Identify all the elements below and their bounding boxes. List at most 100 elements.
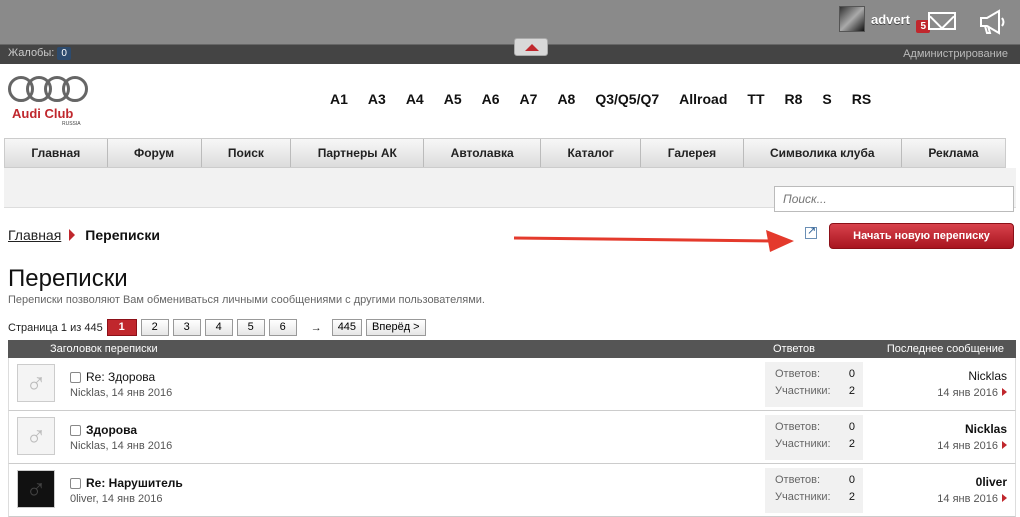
replies-count: 0 — [848, 474, 855, 486]
col-title-header: Заголовок переписки — [50, 343, 158, 355]
participants-count: 2 — [848, 491, 855, 503]
megaphone-icon[interactable] — [978, 8, 1008, 36]
row-checkbox[interactable] — [70, 478, 81, 489]
table-row[interactable]: ♂ Re: Здорова Nicklas, 14 янв 2016 Ответов:… — [8, 358, 1016, 411]
col-replies-header: Ответов — [773, 343, 815, 355]
model-link[interactable]: RS — [852, 91, 871, 107]
row-checkbox[interactable] — [70, 425, 81, 436]
admin-link[interactable]: Администрирование — [903, 48, 1008, 60]
model-link[interactable]: A7 — [520, 91, 538, 107]
conversation-title[interactable]: Здорова — [86, 423, 137, 437]
logo-sub: RUSSIA — [62, 121, 81, 127]
page-button[interactable]: 3 — [172, 319, 201, 336]
conversation-author[interactable]: 0liver, 14 янв 2016 — [70, 493, 163, 505]
model-link[interactable]: A1 — [330, 91, 348, 107]
conversation-title[interactable]: Re: Нарушитель — [86, 476, 183, 490]
sub-bar: Жалобы: 0 Администрирование — [0, 44, 1020, 64]
model-link[interactable]: A5 — [444, 91, 462, 107]
row-checkbox[interactable] — [70, 372, 81, 383]
last-message-user[interactable]: Nicklas — [965, 422, 1007, 436]
table-body: ♂ Re: Здорова Nicklas, 14 янв 2016 Ответов:… — [8, 358, 1016, 517]
complaints-label: Жалобы: — [8, 47, 55, 59]
last-message-user[interactable]: Nicklas — [968, 369, 1007, 383]
model-link[interactable]: A4 — [406, 91, 424, 107]
pager-label: Страница 1 из 445 — [8, 321, 103, 334]
nav-item[interactable]: Партнеры АК — [291, 139, 425, 167]
avatar[interactable] — [838, 6, 865, 32]
last-message-date[interactable]: 14 янв 2016 — [937, 440, 1007, 452]
model-link[interactable]: Allroad — [679, 91, 727, 107]
model-link[interactable]: S — [822, 91, 831, 107]
breadcrumb-current[interactable]: Переписки — [85, 227, 160, 243]
site-logo[interactable]: Audi Club RUSSIA — [8, 74, 90, 129]
nav-item[interactable]: Символика клуба — [744, 139, 902, 167]
replies-label: Ответов: — [775, 474, 820, 486]
model-link[interactable]: A8 — [557, 91, 575, 107]
conversation-author[interactable]: Nicklas, 14 янв 2016 — [70, 387, 172, 399]
model-link[interactable]: A6 — [482, 91, 500, 107]
replies-count: 0 — [848, 368, 855, 380]
model-link[interactable]: TT — [747, 91, 764, 107]
participants-label: Участники: — [775, 438, 831, 450]
conversation-table: Заголовок переписки Ответов Последнее со… — [8, 340, 1016, 517]
pagination: Страница 1 из 445 1 2 3 4 5 6 → 445 Вперёд > — [8, 319, 430, 336]
model-link[interactable]: R8 — [785, 91, 803, 107]
conversation-stats: Ответов: 0 Участники: 2 — [765, 362, 863, 407]
page-button[interactable]: 5 — [236, 319, 265, 336]
complaints-count: 0 — [57, 47, 71, 60]
page-button[interactable]: 6 — [268, 319, 297, 336]
model-link[interactable]: A3 — [368, 91, 386, 107]
nav-item[interactable]: Реклама — [902, 139, 1005, 167]
participants-label: Участники: — [775, 491, 831, 503]
male-avatar-icon[interactable]: ♂ — [17, 364, 55, 402]
page-description: Переписки позволяют Вам обмениваться лич… — [8, 294, 485, 306]
page-button[interactable]: 1 — [106, 319, 137, 336]
pager-arrow-icon: → — [310, 321, 322, 334]
nav-item[interactable]: Каталог — [541, 139, 642, 167]
participants-count: 2 — [848, 385, 855, 397]
breadcrumb: Главная Переписки — [8, 227, 160, 243]
main-nav: Главная Форум Поиск Партнеры АК Автолавка Кат… — [4, 138, 1006, 168]
breadcrumb-home[interactable]: Главная — [8, 227, 61, 243]
nav-item[interactable]: Форум — [108, 139, 202, 167]
nav-item[interactable]: Автолавка — [424, 139, 542, 167]
participants-label: Участники: — [775, 385, 831, 397]
envelope-icon[interactable] — [928, 12, 956, 30]
replies-label: Ответов: — [775, 421, 820, 433]
replies-count: 0 — [848, 421, 855, 433]
new-conversation-button[interactable]: Начать новую переписку — [829, 223, 1014, 249]
table-header: Заголовок переписки Ответов Последнее со… — [8, 340, 1016, 358]
conversation-title[interactable]: Re: Здорова — [86, 370, 155, 384]
male-avatar-icon[interactable]: ♂ — [17, 470, 55, 508]
replies-label: Ответов: — [775, 368, 820, 380]
external-link-icon[interactable] — [805, 224, 817, 239]
top-bar: advert 5 — [0, 0, 1020, 44]
nav-item[interactable]: Главная — [5, 139, 108, 167]
page-button[interactable]: 2 — [140, 319, 169, 336]
col-last-header: Последнее сообщение — [886, 343, 1004, 355]
conversation-author[interactable]: Nicklas, 14 янв 2016 — [70, 440, 172, 452]
conversation-stats: Ответов: 0 Участники: 2 — [765, 468, 863, 513]
model-link[interactable]: Q3/Q5/Q7 — [595, 91, 659, 107]
complaints-link[interactable]: Жалобы: 0 — [8, 47, 71, 60]
nav-item[interactable]: Галерея — [641, 139, 744, 167]
user-menu[interactable]: advert — [838, 6, 910, 32]
table-row[interactable]: ♂ Re: Нарушитель 0liver, 14 янв 2016 Ответо… — [8, 464, 1016, 517]
search-input[interactable] — [774, 186, 1014, 212]
username[interactable]: advert — [871, 12, 910, 27]
page-button[interactable]: 4 — [204, 319, 233, 336]
table-row[interactable]: ♂ Здорова Nicklas, 14 янв 2016 Ответов: 0 Уча… — [8, 411, 1016, 464]
nav-item[interactable]: Поиск — [202, 139, 292, 167]
last-message-user[interactable]: 0liver — [976, 475, 1007, 489]
last-page-button[interactable]: 445 — [331, 319, 363, 336]
male-avatar-icon[interactable]: ♂ — [17, 417, 55, 455]
page-title: Переписки — [8, 265, 128, 292]
next-page-button[interactable]: Вперёд > — [366, 319, 426, 336]
collapse-toggle[interactable] — [514, 38, 548, 56]
logo-brand: Audi Club — [12, 106, 74, 121]
last-message-date[interactable]: 14 янв 2016 — [937, 387, 1007, 399]
red-arrow-icon — [513, 230, 794, 252]
model-links: A1 A3 A4 A5 A6 A7 A8 Q3/Q5/Q7 Allroad TT R8 S RS — [330, 91, 891, 107]
conversation-stats: Ответов: 0 Участники: 2 — [765, 415, 863, 460]
last-message-date[interactable]: 14 янв 2016 — [937, 493, 1007, 505]
